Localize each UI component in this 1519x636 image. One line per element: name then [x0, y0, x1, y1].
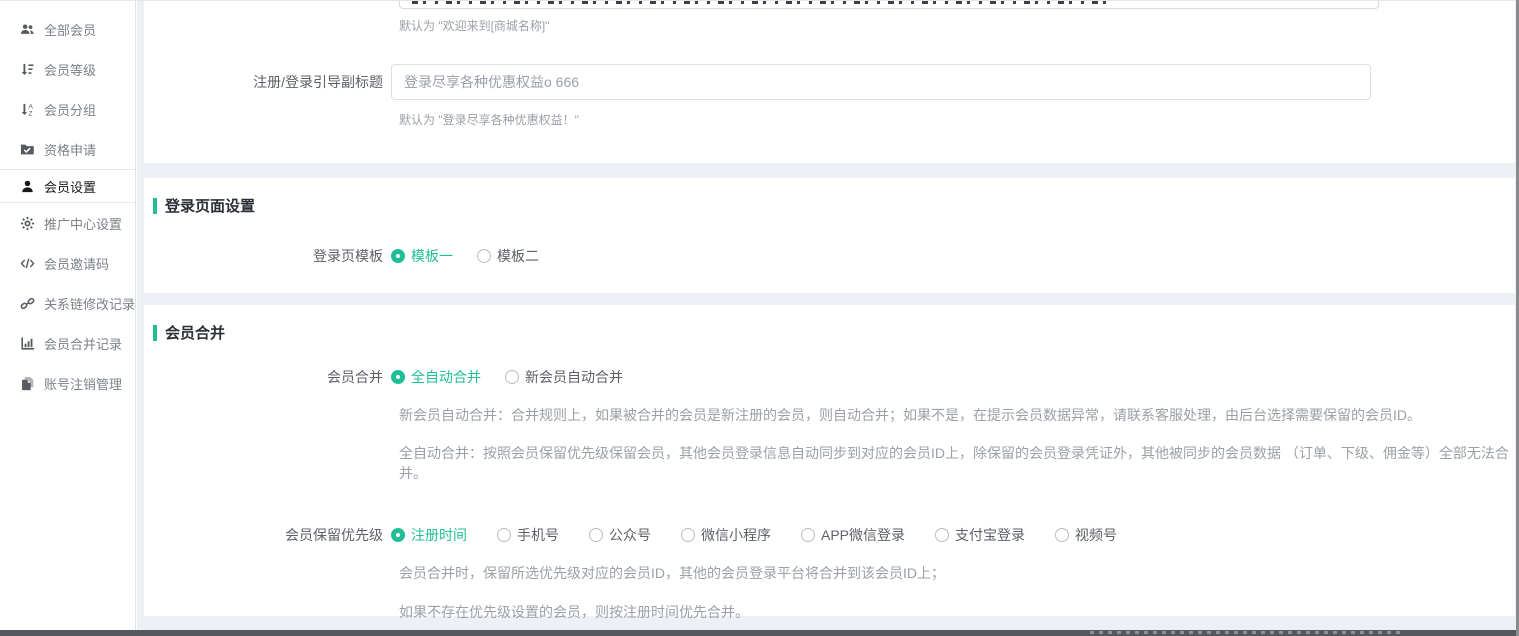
member-settings-page: 全部会员 会员等级 AZ 会员分组 资格申请 会员设置 — [0, 0, 1519, 636]
radio-icon — [391, 249, 405, 263]
member-merge-card: 会员合并 会员合并 全自动合并 新会员自动合并 新会员自动合并：合并规则上，如果… — [144, 305, 1515, 616]
sidebar-item-all-members[interactable]: 全部会员 — [0, 9, 135, 49]
sidebar-item-member-levels[interactable]: 会员等级 — [0, 49, 135, 89]
file-copy-icon — [20, 376, 35, 391]
radio-icon — [589, 528, 603, 542]
sidebar-item-member-merge-log[interactable]: 会员合并记录 — [0, 323, 135, 363]
merge-mode-row: 会员合并 全自动合并 新会员自动合并 — [144, 367, 1515, 387]
guide-title-input-cutoff[interactable] — [399, 1, 1379, 9]
guide-title-hint: 默认为 "欢迎来到[商城名称]" — [399, 17, 1515, 34]
member-merge-title: 会员合并 — [144, 322, 1515, 343]
sort-numeric-down-icon — [20, 62, 35, 77]
radio-icon — [801, 528, 815, 542]
sidebar-item-label: 推广中心设置 — [44, 214, 122, 233]
top-border — [0, 0, 1519, 1]
section-accent-bar — [153, 325, 157, 341]
sidebar: 全部会员 会员等级 AZ 会员分组 资格申请 会员设置 — [0, 1, 136, 630]
merge-mode-label: 会员合并 — [144, 367, 391, 387]
sidebar-item-member-invite-code[interactable]: 会员邀请码 — [0, 243, 135, 283]
subtitle-hint: 默认为 "登录尽享各种优惠权益！" — [399, 111, 1515, 128]
sidebar-item-label: 资格申请 — [44, 140, 96, 159]
sidebar-item-label: 会员分组 — [44, 100, 96, 119]
sidebar-item-promotion-center-settings[interactable]: 推广中心设置 — [0, 203, 135, 243]
priority-row: 会员保留优先级 注册时间 手机号 公众号 微信小程序 — [144, 525, 1515, 545]
priority-desc-2: 如果不存在优先级设置的会员，则按注册时间优先合并。 — [399, 602, 1515, 622]
sidebar-item-account-cancellation[interactable]: 账号注销管理 — [0, 363, 135, 403]
subtitle-row: 注册/登录引导副标题 — [144, 64, 1515, 100]
sidebar-item-qualification-apply[interactable]: 资格申请 — [0, 129, 135, 169]
sidebar-item-label: 会员邀请码 — [44, 254, 109, 273]
radio-icon — [1055, 528, 1069, 542]
radio-icon — [505, 370, 519, 384]
gear-icon — [20, 216, 35, 231]
folder-check-icon — [20, 142, 35, 157]
sidebar-item-label: 账号注销管理 — [44, 374, 122, 393]
bar-chart-icon — [20, 336, 35, 351]
radio-priority-alipay-login[interactable]: 支付宝登录 — [935, 525, 1025, 545]
radio-icon — [391, 370, 405, 384]
priority-label: 会员保留优先级 — [144, 525, 391, 545]
sort-alpha-down-icon: AZ — [20, 102, 35, 117]
sidebar-item-label: 会员合并记录 — [44, 334, 122, 353]
main-content: 默认为 "欢迎来到[商城名称]" 注册/登录引导副标题 默认为 "登录尽享各种优… — [137, 1, 1516, 630]
sidebar-item-label: 会员等级 — [44, 60, 96, 79]
radio-priority-register-time[interactable]: 注册时间 — [391, 525, 467, 545]
login-page-settings-title: 登录页面设置 — [144, 195, 1515, 216]
sidebar-item-member-groups[interactable]: AZ 会员分组 — [0, 89, 135, 129]
radio-priority-official-account[interactable]: 公众号 — [589, 525, 651, 545]
svg-text:A: A — [28, 103, 33, 110]
svg-text:Z: Z — [28, 110, 32, 117]
radio-icon — [497, 528, 511, 542]
user-icon — [20, 179, 35, 194]
login-template-row: 登录页模板 模板一 模板二 — [144, 246, 1515, 266]
merge-desc-2: 全自动合并：按照会员保留优先级保留会员，其他会员登录信息自动同步到对应的会员ID… — [399, 443, 1515, 483]
bottom-cutoff-bar — [0, 630, 1519, 636]
sidebar-item-label: 会员设置 — [44, 177, 96, 196]
subtitle-label: 注册/登录引导副标题 — [144, 72, 391, 92]
radio-icon — [391, 528, 405, 542]
radio-icon — [477, 249, 491, 263]
link-icon — [20, 296, 35, 311]
merge-desc-1: 新会员自动合并：合并规则上，如果被合并的会员是新注册的会员，则自动合并；如果不是… — [399, 405, 1515, 425]
guide-text-card: 默认为 "欢迎来到[商城名称]" 注册/登录引导副标题 默认为 "登录尽享各种优… — [144, 1, 1515, 163]
radio-priority-phone[interactable]: 手机号 — [497, 525, 559, 545]
users-icon — [20, 22, 35, 37]
login-page-settings-card: 登录页面设置 登录页模板 模板一 模板二 — [144, 178, 1515, 293]
radio-template-two[interactable]: 模板二 — [477, 246, 539, 266]
radio-new-member-auto-merge[interactable]: 新会员自动合并 — [505, 367, 623, 387]
sidebar-item-relation-chain-log[interactable]: 关系链修改记录 — [0, 283, 135, 323]
sidebar-item-member-settings[interactable]: 会员设置 — [0, 169, 135, 203]
radio-priority-app-wechat-login[interactable]: APP微信登录 — [801, 525, 905, 545]
section-accent-bar — [153, 198, 157, 214]
radio-priority-wechat-miniprogram[interactable]: 微信小程序 — [681, 525, 771, 545]
radio-template-one[interactable]: 模板一 — [391, 246, 453, 266]
login-template-label: 登录页模板 — [144, 246, 391, 266]
subtitle-input[interactable] — [391, 64, 1371, 100]
radio-icon — [681, 528, 695, 542]
code-icon — [20, 256, 35, 271]
sidebar-item-label: 全部会员 — [44, 20, 96, 39]
radio-full-auto-merge[interactable]: 全自动合并 — [391, 367, 481, 387]
radio-priority-video-account[interactable]: 视频号 — [1055, 525, 1117, 545]
sidebar-item-label: 关系链修改记录 — [44, 294, 135, 313]
priority-desc-1: 会员合并时，保留所选优先级对应的会员ID，其他的会员登录平台将合并到该会员ID上… — [399, 563, 1515, 583]
radio-icon — [935, 528, 949, 542]
